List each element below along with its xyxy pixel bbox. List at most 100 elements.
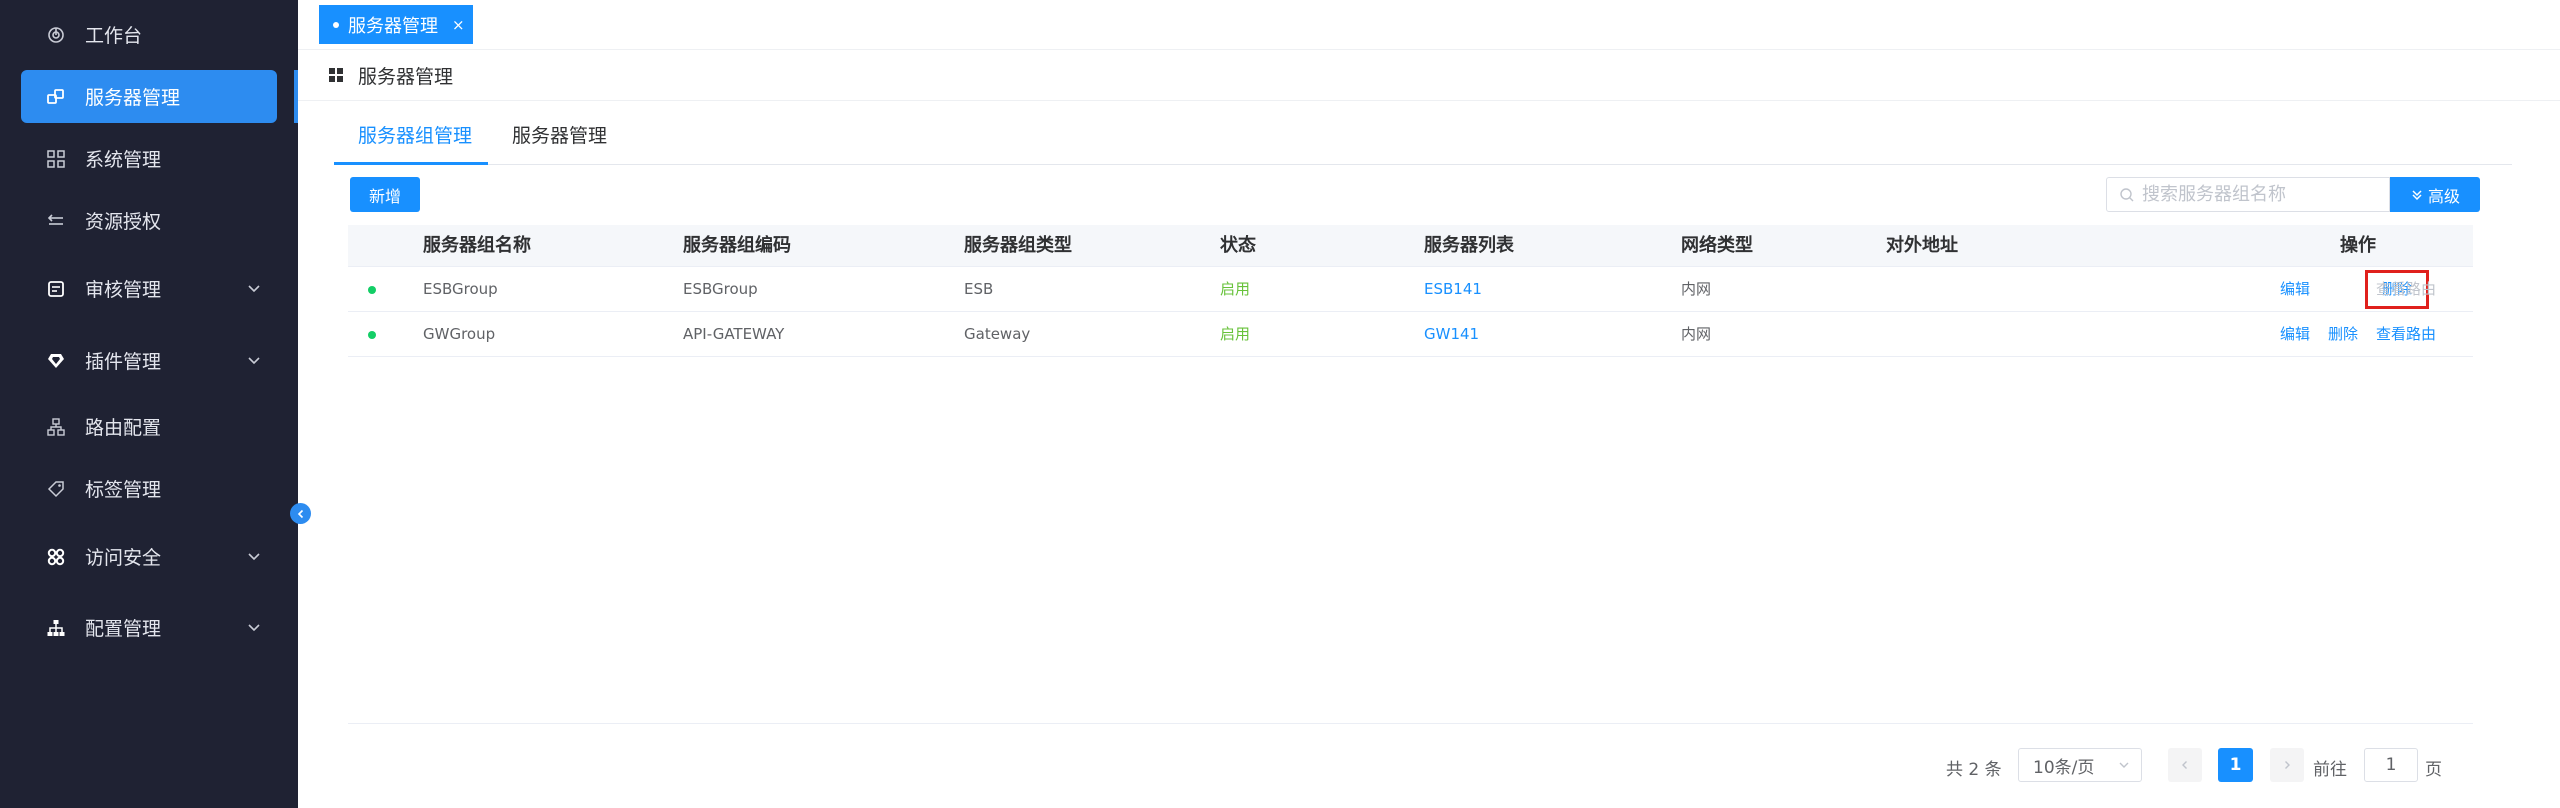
pagination-total: 共 2 条: [1946, 760, 2002, 780]
sidebar-item-label: 系统管理: [85, 149, 162, 171]
prev-page-button[interactable]: [2168, 748, 2202, 782]
chevron-down-icon: [248, 624, 260, 632]
sidebar-item-system-management[interactable]: 系统管理: [21, 132, 277, 185]
server-group-table: 服务器组名称 服务器组编码 服务器组类型 状态 服务器列表 网络类型 对外地址 …: [348, 225, 2473, 357]
sidebar-item-audit-management[interactable]: 审核管理: [21, 262, 277, 315]
tab-server-management[interactable]: 服务器管理 ×: [319, 5, 473, 44]
cell-type: Gateway: [964, 325, 1031, 343]
sub-tabs: 服务器组管理 服务器管理: [334, 101, 2512, 165]
pagination: 共 2 条 10条/页 1 前往 页: [298, 725, 2538, 805]
cell-code: API-GATEWAY: [683, 325, 785, 343]
col-header-code: 服务器组编码: [683, 235, 791, 256]
col-header-actions: 操作: [2340, 235, 2376, 256]
security-grid-icon: [45, 546, 67, 568]
col-header-network-type: 网络类型: [1681, 235, 1753, 256]
view-route-button: 查看路由: [2376, 280, 2437, 298]
cell-status: 启用: [1220, 280, 1251, 298]
advanced-label: 高级: [2427, 186, 2460, 206]
apps-icon: [329, 68, 343, 82]
cell-code: ESBGroup: [683, 280, 758, 298]
goto-page-input[interactable]: [2364, 748, 2418, 782]
chevron-right-icon: [2285, 761, 2290, 769]
main-content: 服务器组管理 服务器管理 新增 高级 服务器组名称 服务器组编码 服务器组类型 …: [298, 101, 2538, 808]
cell-type: ESB: [964, 280, 994, 298]
row-status-dot: [368, 331, 376, 339]
page-title: 服务器管理: [358, 65, 454, 88]
chevron-down-icon: [248, 357, 260, 365]
sidebar-item-dashboard[interactable]: 工作台: [21, 8, 277, 61]
table-footer-divider: [348, 723, 2473, 724]
tab-server-group-management[interactable]: 服务器组管理: [358, 101, 472, 165]
active-tab-underline: [334, 162, 488, 165]
sidebar-item-resource-auth[interactable]: 资源授权: [21, 194, 277, 247]
advanced-search-button[interactable]: 高级: [2390, 177, 2480, 212]
tag-icon: [45, 478, 67, 500]
cell-server-list-link[interactable]: GW141: [1424, 312, 1479, 357]
audit-icon: [45, 278, 67, 300]
page-size-value: 10条/页: [2033, 757, 2095, 778]
goto-unit: 页: [2425, 760, 2442, 780]
org-tree-icon: [45, 617, 67, 639]
swap-icon: [45, 210, 67, 232]
sidebar-item-server-management[interactable]: 服务器管理: [21, 70, 277, 123]
search-box[interactable]: [2106, 177, 2390, 212]
route-icon: [45, 416, 67, 438]
sidebar-item-plugin-management[interactable]: 插件管理: [21, 334, 277, 387]
sidebar-item-tag-management[interactable]: 标签管理: [21, 462, 277, 515]
grid-icon: [45, 148, 67, 170]
col-header-status: 状态: [1220, 235, 1256, 256]
cell-status: 启用: [1220, 325, 1251, 343]
col-header-server-list: 服务器列表: [1424, 235, 1514, 256]
edit-button[interactable]: 编辑: [2280, 312, 2310, 357]
sidebar-item-label: 配置管理: [85, 618, 162, 640]
dashboard-icon: [45, 24, 67, 46]
tab-server-management-sub[interactable]: 服务器管理: [512, 101, 607, 165]
next-page-button[interactable]: [2270, 748, 2304, 782]
page-header: 服务器管理: [298, 50, 2560, 101]
page-size-select[interactable]: 10条/页: [2018, 748, 2142, 782]
chevron-left-icon: [2182, 761, 2187, 769]
goto-label: 前往: [2313, 760, 2347, 780]
sidebar-item-label: 访问安全: [85, 547, 162, 569]
col-header-name: 服务器组名称: [423, 235, 531, 256]
sidebar-item-label: 资源授权: [85, 211, 162, 233]
sidebar: 工作台 服务器管理 系统管理 资源授权 审核管理 插件管理 路由配置 标签管理 …: [0, 0, 298, 808]
diamond-icon: [45, 350, 67, 372]
col-header-type: 服务器组类型: [964, 235, 1072, 256]
search-input[interactable]: [2142, 184, 2372, 205]
page-number-current[interactable]: 1: [2218, 748, 2253, 782]
tab-active-dot: [333, 21, 339, 28]
search-icon: [2120, 187, 2134, 201]
table-row: GWGroup API-GATEWAY Gateway 启用 GW141 内网 …: [348, 312, 2473, 357]
sidebar-item-config-management[interactable]: 配置管理: [21, 601, 277, 654]
sidebar-item-route-config[interactable]: 路由配置: [21, 400, 277, 453]
edit-button[interactable]: 编辑: [2280, 267, 2310, 312]
sidebar-item-label: 服务器管理: [85, 87, 181, 109]
cell-network-type: 内网: [1681, 325, 1712, 343]
sidebar-item-label: 标签管理: [85, 479, 162, 501]
cell-name: ESBGroup: [423, 280, 498, 298]
server-link-icon: [45, 86, 67, 108]
table-header: 服务器组名称 服务器组编码 服务器组类型 状态 服务器列表 网络类型 对外地址 …: [348, 225, 2473, 267]
table-row: ESBGroup ESBGroup ESB 启用 ESB141 内网 编辑 删除…: [348, 267, 2473, 312]
chevron-down-icon: [248, 285, 260, 293]
view-route-button[interactable]: 查看路由: [2376, 312, 2436, 357]
double-chevron-down-icon: [2412, 189, 2422, 200]
cell-server-list-link[interactable]: ESB141: [1424, 267, 1482, 312]
add-button[interactable]: 新增: [350, 177, 420, 212]
tab-bar: 服务器管理 ×: [298, 0, 2560, 50]
tab-label: 服务器管理: [348, 15, 438, 37]
cell-network-type: 内网: [1681, 280, 1712, 298]
chevron-down-icon: [248, 553, 260, 561]
chevron-down-icon: [2119, 762, 2129, 768]
sidebar-item-access-security[interactable]: 访问安全: [21, 530, 277, 583]
sidebar-item-label: 路由配置: [85, 417, 162, 439]
sidebar-item-label: 插件管理: [85, 351, 162, 373]
sidebar-item-label: 工作台: [85, 25, 143, 47]
col-header-external-address: 对外地址: [1886, 235, 1958, 256]
row-status-dot: [368, 286, 376, 294]
close-icon[interactable]: ×: [452, 16, 465, 34]
delete-button[interactable]: 删除: [2328, 312, 2358, 357]
sidebar-item-label: 审核管理: [85, 279, 162, 301]
cell-name: GWGroup: [423, 325, 496, 343]
